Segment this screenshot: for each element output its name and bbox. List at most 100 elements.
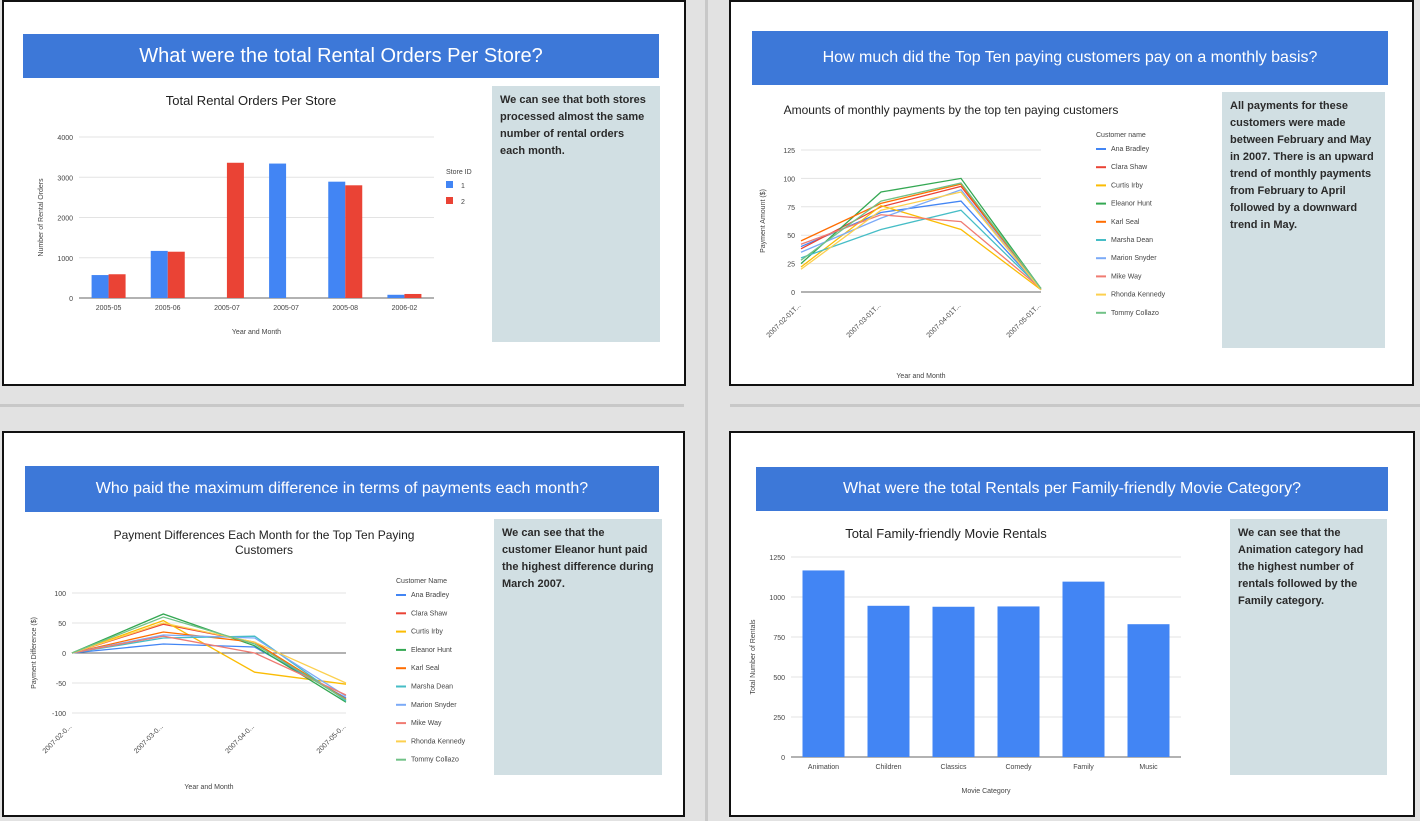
bar <box>328 181 346 298</box>
chart-title: Total Family-friendly Movie Rentals <box>845 526 1047 541</box>
line-chart-monthly-payments: Amounts of monthly payments by the top t… <box>760 103 1166 380</box>
bar <box>345 185 363 298</box>
y-tick-label: 1000 <box>57 256 73 263</box>
x-tick-label: 2005-06 <box>155 305 181 312</box>
bar <box>269 163 287 298</box>
series-line <box>800 182 1042 289</box>
slide-rental-orders-per-store[interactable]: What were the total Rental Orders Per St… <box>2 0 686 386</box>
slide-title: Who paid the maximum difference in terms… <box>25 466 659 512</box>
x-tick-label: Children <box>875 764 901 771</box>
legend-label: Clara Shaw <box>411 610 448 617</box>
slide-monthly-payments[interactable]: How much did the Top Ten paying customer… <box>729 0 1414 386</box>
legend-label: Eleanor Hunt <box>1111 201 1152 208</box>
legend-label: Marion Snyder <box>411 702 457 709</box>
y-tick-label: 100 <box>783 176 795 183</box>
legend-label: Ana Bradley <box>411 592 450 599</box>
y-tick-label: 25 <box>787 262 795 269</box>
x-tick-label: 2005-07 <box>273 305 299 312</box>
horizontal-divider-right <box>730 404 1420 407</box>
x-tick-label: Classics <box>940 764 967 771</box>
legend-label: Tommy Collazo <box>411 757 459 764</box>
y-tick-label: 125 <box>783 148 795 155</box>
y-tick-label: -50 <box>56 681 66 688</box>
y-tick-label: 2000 <box>57 216 73 223</box>
x-axis-label: Year and Month <box>184 784 233 791</box>
horizontal-divider-left <box>0 404 684 407</box>
slide-payment-differences[interactable]: Who paid the maximum difference in terms… <box>2 431 685 817</box>
chart-title: Amounts of monthly payments by the top t… <box>784 103 1119 117</box>
bar <box>802 570 845 757</box>
x-tick-label: Family <box>1073 764 1094 771</box>
y-axis-label: Payment Difference ($) <box>31 617 38 689</box>
insight-note: We can see that the Animation category h… <box>1230 519 1387 775</box>
legend-swatch <box>446 181 453 188</box>
chart-title: Total Rental Orders Per Store <box>166 93 337 108</box>
legend-label: Eleanor Hunt <box>411 647 452 654</box>
x-tick-label: 2007-05-0... <box>316 723 348 755</box>
bar <box>932 606 975 757</box>
y-tick-label: 0 <box>69 296 73 303</box>
x-tick-label: Music <box>1139 764 1158 771</box>
bar <box>108 274 126 298</box>
x-tick-label: 2007-04-01T... <box>926 302 963 339</box>
bar <box>1127 624 1170 757</box>
legend-label: Clara Shaw <box>1111 164 1148 171</box>
bar <box>404 293 422 298</box>
y-tick-label: 3000 <box>57 175 73 182</box>
legend-label: 1 <box>461 183 465 190</box>
y-tick-label: 0 <box>791 290 795 297</box>
slide-family-movie-rentals[interactable]: What were the total Rentals per Family-f… <box>729 431 1415 817</box>
x-tick-label: 2006-02 <box>392 305 418 312</box>
y-tick-label: 1250 <box>769 555 785 562</box>
x-axis-label: Year and Month <box>232 329 281 336</box>
legend-label: Karl Seal <box>1111 219 1140 226</box>
x-tick-label: 2005-07 <box>214 305 240 312</box>
y-axis-label: Payment Amount ($) <box>760 189 767 253</box>
legend-label: Curtis Irby <box>411 629 443 636</box>
legend-label: Marion Snyder <box>1111 255 1157 262</box>
bar <box>867 605 910 757</box>
x-tick-label: 2007-03-0... <box>133 723 165 755</box>
x-tick-label: Animation <box>808 764 839 771</box>
legend-label: Karl Seal <box>411 665 440 672</box>
legend-label: Marsha Dean <box>1111 237 1153 244</box>
y-tick-label: 4000 <box>57 135 73 142</box>
y-tick-label: 0 <box>781 755 785 762</box>
x-tick-label: Comedy <box>1005 764 1032 771</box>
legend-label: Tommy Collazo <box>1111 310 1159 317</box>
x-axis-label: Movie Category <box>961 788 1011 795</box>
legend-label: Ana Bradley <box>1111 146 1150 153</box>
bar-chart-family-movie-rentals: Total Family-friendly Movie Rentals 0 250 5… <box>750 526 1181 795</box>
y-tick-label: 1000 <box>769 595 785 602</box>
legend-title: Customer name <box>1096 132 1146 139</box>
x-tick-label: 2005-08 <box>332 305 358 312</box>
x-axis-label: Year and Month <box>896 373 945 380</box>
y-tick-label: -100 <box>52 711 66 718</box>
insight-note: We can see that both stores processed al… <box>492 86 660 342</box>
bar <box>167 251 185 298</box>
legend-label: 2 <box>461 199 465 206</box>
series-line <box>71 613 347 703</box>
slide-title: How much did the Top Ten paying customer… <box>752 31 1388 85</box>
x-tick-label: 2005-05 <box>96 305 122 312</box>
bar <box>91 275 109 298</box>
legend-label: Rhonda Kennedy <box>1111 292 1166 299</box>
y-tick-label: 75 <box>787 205 795 212</box>
bar <box>226 162 244 298</box>
y-tick-label: 0 <box>62 651 66 658</box>
insight-note: We can see that the customer Eleanor hun… <box>494 519 662 775</box>
x-tick-label: 2007-02-01T... <box>766 302 803 339</box>
legend-label: Curtis Irby <box>1111 182 1143 189</box>
y-axis-label: Number of Rental Orders <box>38 178 45 257</box>
bar <box>997 606 1040 757</box>
y-tick-label: 50 <box>787 233 795 240</box>
x-tick-label: 2007-03-01T... <box>846 302 883 339</box>
vertical-divider <box>705 0 708 821</box>
y-tick-label: 750 <box>773 635 785 642</box>
x-tick-label: 2007-02-0... <box>42 723 74 755</box>
y-axis-label: Total Number of Rentals <box>750 619 757 695</box>
slide-title: What were the total Rental Orders Per St… <box>23 34 659 78</box>
legend-label: Marsha Dean <box>411 684 453 691</box>
series-line <box>800 214 1042 290</box>
series-line <box>71 635 347 696</box>
